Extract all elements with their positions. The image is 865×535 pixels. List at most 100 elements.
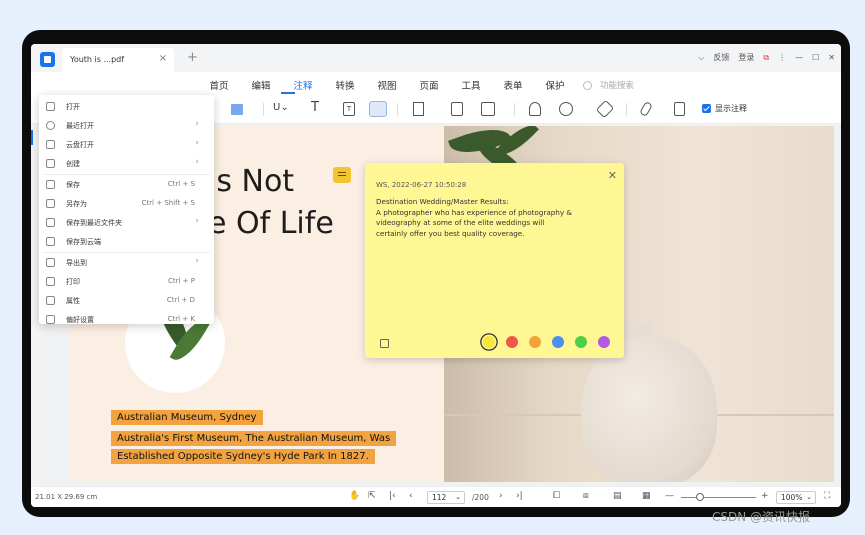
- tab-edit[interactable]: 编辑: [240, 78, 282, 92]
- highlight-text-1: Australian Museum, Sydney: [111, 410, 263, 425]
- close-window-button[interactable]: ✕: [828, 53, 835, 62]
- window-controls: ⌵ 反馈 登录 ⧉ ⋮ — ☐ ✕: [698, 52, 835, 63]
- color-swatch-green[interactable]: [575, 336, 587, 348]
- prev-page-icon[interactable]: ‹: [409, 491, 413, 501]
- rail-active-indicator: [31, 130, 33, 145]
- menu-item-export[interactable]: 导出到 ›: [39, 253, 214, 272]
- stamp-area-icon[interactable]: [481, 102, 495, 116]
- text-icon[interactable]: T: [311, 100, 319, 115]
- menu-item-clock[interactable]: 最近打开 ›: [39, 116, 214, 135]
- signature-icon[interactable]: [559, 102, 573, 116]
- clock-icon: [46, 121, 55, 130]
- stamp-icon[interactable]: [529, 102, 541, 116]
- fit-width-icon[interactable]: ⧈: [583, 491, 589, 501]
- menu-item-print[interactable]: 打印 Ctrl + P: [39, 272, 214, 291]
- zoom-out-button[interactable]: —: [665, 491, 674, 501]
- color-swatch-orange[interactable]: [529, 336, 541, 348]
- select-tool-icon[interactable]: ⇱: [368, 491, 376, 501]
- shape-icon[interactable]: [413, 102, 424, 116]
- highlight-text-3: Established Opposite Sydney's Hyde Park …: [111, 449, 375, 464]
- area-highlight-icon[interactable]: [231, 104, 243, 115]
- callout-icon[interactable]: [369, 101, 387, 117]
- feature-search[interactable]: 功能搜索: [583, 79, 634, 91]
- active-tab-indicator: [281, 92, 295, 94]
- scroll-mode-icon[interactable]: ▦: [642, 491, 651, 501]
- menu-item-label: 打印: [66, 278, 80, 286]
- attachment-icon[interactable]: [639, 100, 653, 118]
- zoom-slider-track[interactable]: [681, 497, 756, 498]
- menu-item-open-file[interactable]: 打开: [39, 97, 214, 116]
- tab-convert[interactable]: 转换: [324, 78, 366, 92]
- menu-item-cloud-upload[interactable]: 保存到云端: [39, 232, 214, 251]
- new-tab-icon[interactable]: +: [187, 50, 198, 65]
- menu-item-save[interactable]: 保存 Ctrl + S: [39, 175, 214, 194]
- last-page-icon[interactable]: ›|: [516, 491, 523, 501]
- page-headline-1: ls Not: [208, 164, 295, 199]
- document-tab[interactable]: Youth is ...pdf ×: [62, 48, 174, 72]
- menu-item-label: 打开: [66, 103, 80, 111]
- tab-home[interactable]: 首页: [198, 78, 240, 92]
- hand-tool-icon[interactable]: ✋: [349, 491, 360, 501]
- annotation-list-icon[interactable]: [674, 102, 685, 116]
- tab-tools[interactable]: 工具: [450, 78, 492, 92]
- tab-page[interactable]: 页面: [408, 78, 450, 92]
- toolbar-divider: [263, 103, 264, 116]
- menu-item-label: 最近打开: [66, 122, 94, 130]
- underline-icon[interactable]: U⌄: [273, 102, 289, 116]
- first-page-icon[interactable]: |‹: [389, 491, 396, 501]
- chevron-right-icon: ›: [195, 119, 199, 129]
- watermark-text: CSDN @资讯快报: [712, 510, 811, 524]
- app-logo-icon: [40, 52, 55, 67]
- menu-item-save-as[interactable]: 另存为 Ctrl + Shift + S: [39, 194, 214, 213]
- properties-icon: [46, 296, 55, 305]
- page-layout-icon[interactable]: ▤: [613, 491, 622, 501]
- open-file-icon: [46, 102, 55, 111]
- note-icon[interactable]: [451, 102, 463, 116]
- next-page-icon[interactable]: ›: [499, 491, 503, 501]
- menu-item-shortcut: Ctrl + Shift + S: [141, 199, 195, 207]
- color-swatch-purple[interactable]: [598, 336, 610, 348]
- tab-comment[interactable]: 注释: [282, 78, 324, 92]
- tab-protect[interactable]: 保护: [534, 78, 576, 92]
- tab-form[interactable]: 表单: [492, 78, 534, 92]
- gift-icon[interactable]: ⧉: [763, 53, 769, 63]
- export-icon: [46, 258, 55, 267]
- folder-icon: [46, 218, 55, 227]
- close-icon[interactable]: ✕: [608, 169, 617, 182]
- copy-icon[interactable]: [380, 339, 389, 348]
- maximize-button[interactable]: ☐: [812, 53, 819, 62]
- minimize-button[interactable]: —: [795, 53, 803, 62]
- text-box-icon[interactable]: T: [343, 102, 355, 116]
- chevron-right-icon: ›: [195, 157, 199, 167]
- menu-item-create[interactable]: 创建 ›: [39, 154, 214, 173]
- color-swatches: [483, 336, 610, 348]
- color-swatch-yellow[interactable]: [483, 336, 495, 348]
- zoom-slider-handle[interactable]: [696, 493, 704, 501]
- tab-close-icon[interactable]: ×: [159, 53, 167, 64]
- menu-item-cloud[interactable]: 云盘打开 ›: [39, 135, 214, 154]
- menu-item-properties[interactable]: 属性 Ctrl + D: [39, 291, 214, 310]
- color-swatch-blue[interactable]: [552, 336, 564, 348]
- menu-item-shortcut: Ctrl + S: [167, 180, 195, 188]
- sticky-note-body[interactable]: Destination Wedding/Master Results: A ph…: [376, 197, 576, 239]
- menu-item-label: 属性: [66, 297, 80, 305]
- sticky-note-popup[interactable]: WS, 2022-06-27 10:50:28 ✕ Destination We…: [365, 163, 624, 358]
- menu-item-label: 保存: [66, 181, 80, 189]
- chevron-down-icon[interactable]: ⌵: [698, 53, 704, 63]
- zoom-in-button[interactable]: +: [761, 491, 769, 501]
- tab-view[interactable]: 视图: [366, 78, 408, 92]
- menu-bar: 首页 编辑 注释 转换 视图 页面 工具 表单 保护 功能搜索: [31, 72, 841, 96]
- show-annotations-toggle[interactable]: 显示注释: [702, 103, 747, 114]
- page-number-input[interactable]: 112 ⌄: [427, 491, 465, 504]
- fit-page-icon[interactable]: ⧠: [553, 491, 560, 501]
- menu-item-settings[interactable]: 偏好设置 Ctrl + K: [39, 310, 214, 329]
- sticky-note-icon[interactable]: [333, 167, 351, 183]
- feedback-button[interactable]: 反馈: [713, 52, 729, 63]
- fullscreen-icon[interactable]: ⛶: [824, 491, 830, 501]
- zoom-level-select[interactable]: 100% ⌄: [776, 491, 816, 504]
- color-swatch-red[interactable]: [506, 336, 518, 348]
- more-icon[interactable]: ⋮: [778, 53, 786, 62]
- menu-item-folder[interactable]: 保存到最近文件夹 ›: [39, 213, 214, 232]
- login-button[interactable]: 登录: [738, 52, 754, 63]
- link-icon[interactable]: [595, 99, 615, 119]
